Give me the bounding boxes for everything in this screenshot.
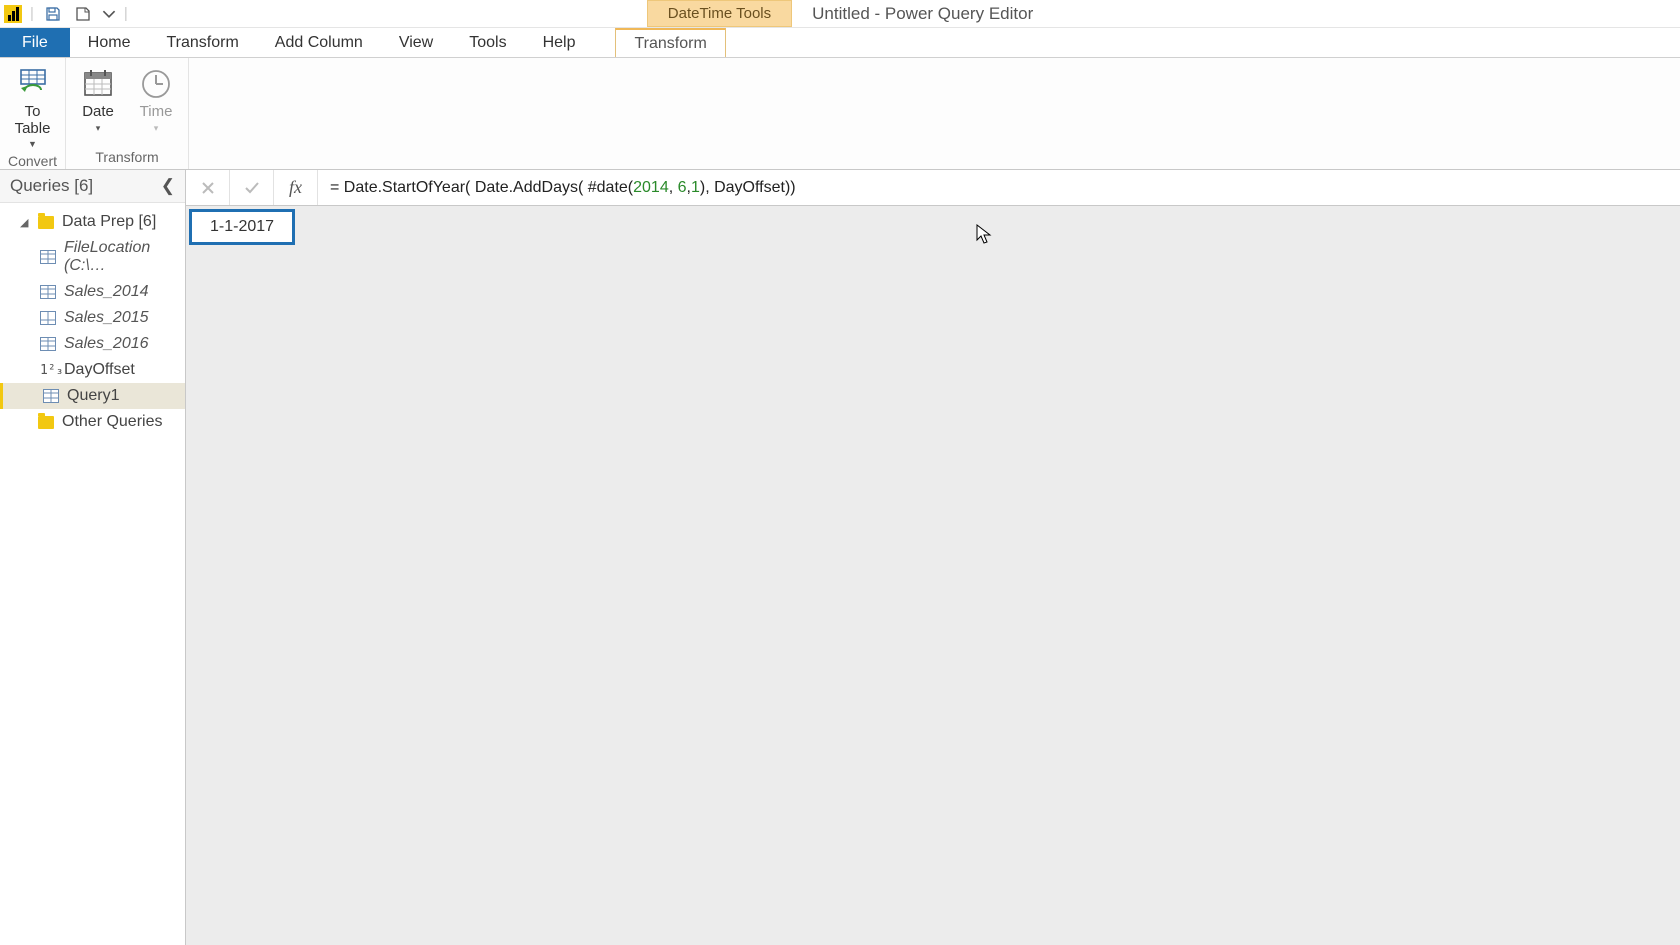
tab-transform[interactable]: Transform — [148, 28, 256, 57]
save-icon[interactable] — [42, 3, 64, 25]
to-table-icon — [15, 66, 51, 102]
tab-help[interactable]: Help — [525, 28, 594, 57]
query-group-data-prep[interactable]: ◢ Data Prep [6] — [0, 209, 185, 235]
date-button[interactable]: Date ▾ — [74, 64, 122, 136]
ribbon: To Table ▼ Convert Date ▾ Time ▾ Tran — [0, 58, 1680, 170]
tab-tools[interactable]: Tools — [451, 28, 524, 57]
result-cell[interactable]: 1-1-2017 — [189, 209, 295, 245]
app-icon — [4, 5, 22, 23]
time-button[interactable]: Time ▾ — [132, 64, 180, 136]
undo-icon[interactable] — [72, 3, 94, 25]
time-label: Time — [140, 104, 173, 121]
query-label: FileLocation (C:\… — [64, 239, 177, 275]
query-item-filelocation[interactable]: FileLocation (C:\… — [0, 235, 185, 279]
to-table-button[interactable]: To Table ▼ — [9, 64, 57, 151]
folder-icon — [38, 216, 54, 229]
queries-tree: ◢ Data Prep [6] FileLocation (C:\… Sales… — [0, 203, 185, 441]
tab-file[interactable]: File — [0, 28, 70, 57]
chevron-down-icon: ▾ — [96, 123, 101, 134]
contextual-tab-header: DateTime Tools — [647, 0, 792, 27]
commit-formula-icon — [230, 170, 274, 205]
query-label: Sales_2016 — [64, 335, 149, 353]
group-label: Data Prep [6] — [62, 213, 156, 231]
chevron-down-icon: ▼ — [28, 139, 37, 149]
cancel-formula-icon — [186, 170, 230, 205]
table-icon — [40, 311, 56, 325]
tab-view[interactable]: View — [381, 28, 451, 57]
date-icon — [80, 66, 116, 102]
ribbon-group-label-convert: Convert — [8, 151, 57, 171]
table-icon — [43, 389, 59, 403]
ribbon-group-label-transform: Transform — [95, 147, 158, 167]
caret-icon: ◢ — [20, 216, 30, 229]
query-item-sales2014[interactable]: Sales_2014 — [0, 279, 185, 305]
table-icon — [40, 337, 56, 351]
result-canvas: 1-1-2017 — [186, 206, 1680, 945]
queries-title: Queries [6] — [10, 176, 93, 196]
fx-icon[interactable]: fx — [274, 170, 318, 205]
window-title: Untitled - Power Query Editor — [812, 4, 1033, 24]
ribbon-group-convert: To Table ▼ Convert — [0, 58, 66, 169]
formula-input[interactable]: = Date.StartOfYear( Date.AddDays( #date(… — [318, 179, 1680, 197]
tab-add-column[interactable]: Add Column — [257, 28, 381, 57]
query-item-dayoffset[interactable]: 1²₃ DayOffset — [0, 357, 185, 383]
time-icon — [138, 66, 174, 102]
query-item-query1[interactable]: Query1 — [0, 383, 185, 409]
query-item-sales2015[interactable]: Sales_2015 — [0, 305, 185, 331]
chevron-down-icon: ▾ — [154, 123, 159, 134]
editor-area: fx = Date.StartOfYear( Date.AddDays( #da… — [186, 170, 1680, 945]
ribbon-tabs: File Home Transform Add Column View Tool… — [0, 28, 1680, 58]
table-icon — [40, 285, 56, 299]
folder-icon — [38, 416, 54, 429]
query-label: Query1 — [67, 387, 119, 405]
query-label: DayOffset — [64, 361, 135, 379]
query-label: Sales_2015 — [64, 309, 149, 327]
queries-header: Queries [6] ❮ — [0, 170, 185, 203]
query-item-sales2016[interactable]: Sales_2016 — [0, 331, 185, 357]
tab-home[interactable]: Home — [70, 28, 149, 57]
query-label: Sales_2014 — [64, 283, 149, 301]
collapse-pane-icon[interactable]: ❮ — [161, 176, 175, 196]
table-icon — [40, 250, 56, 264]
formula-bar: fx = Date.StartOfYear( Date.AddDays( #da… — [186, 170, 1680, 206]
to-table-label: To Table — [15, 104, 51, 137]
cursor-icon — [976, 224, 992, 250]
queries-pane: Queries [6] ❮ ◢ Data Prep [6] FileLocati… — [0, 170, 186, 945]
number-icon: 1²₃ — [40, 363, 56, 378]
ribbon-group-transform: Date ▾ Time ▾ Transform — [66, 58, 189, 169]
date-label: Date — [82, 104, 114, 121]
tab-contextual-transform[interactable]: Transform — [615, 28, 725, 57]
qat-dropdown-icon[interactable] — [102, 3, 116, 25]
title-bar: | | DateTime Tools Untitled - Power Quer… — [0, 0, 1680, 28]
query-group-other[interactable]: ◢ Other Queries — [0, 409, 185, 435]
group-label: Other Queries — [62, 413, 162, 431]
